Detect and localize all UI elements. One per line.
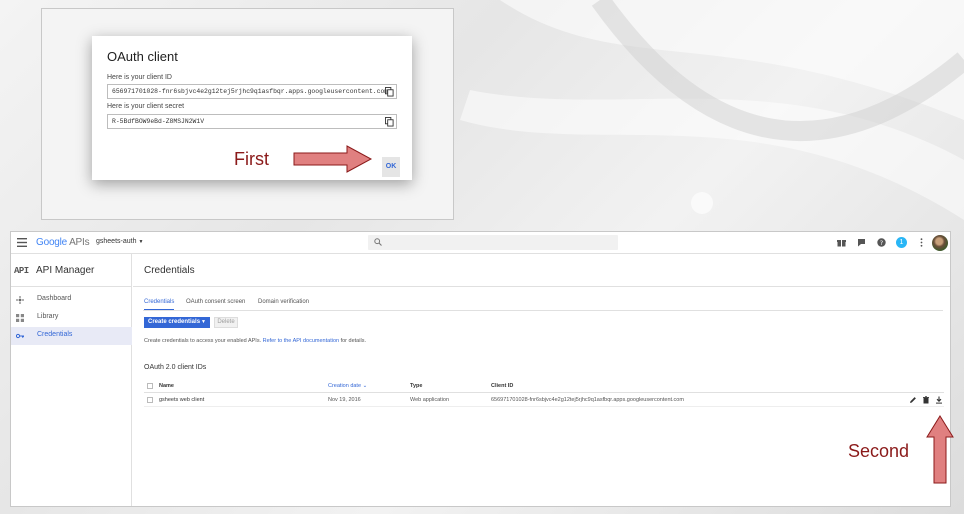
annotation-second-label: Second	[848, 441, 910, 461]
sidebar-title: API Manager	[36, 265, 95, 276]
menu-icon[interactable]	[17, 238, 27, 247]
info-text-main: Create credentials to access your enable…	[144, 338, 262, 344]
sidebar-item-label: Credentials	[37, 331, 73, 338]
client-name-link[interactable]: gsheets web client	[159, 397, 204, 403]
delete-button[interactable]: Delete	[214, 317, 238, 328]
google-apis-logo[interactable]: Google APIs	[36, 237, 90, 248]
column-header-label: Creation date	[328, 383, 362, 389]
arrow-up-icon	[926, 415, 954, 484]
main-content: Credentials Credentials OAuth consent sc…	[133, 254, 950, 506]
search-input[interactable]	[368, 235, 618, 250]
more-vert-icon[interactable]	[917, 238, 926, 247]
client-secret-field[interactable]: R-5BdfBOW9eBd-Z8MSJN2W1V	[107, 114, 397, 129]
info-text: Create credentials to access your enable…	[144, 338, 366, 344]
delete-icon[interactable]	[922, 396, 930, 404]
notifications-badge[interactable]: 1	[896, 237, 907, 248]
copy-icon[interactable]	[385, 87, 394, 97]
key-icon	[16, 333, 24, 339]
tab-domain-verification[interactable]: Domain verification	[258, 299, 309, 309]
sidebar-item-label: Dashboard	[37, 295, 72, 302]
project-name: gsheets-auth	[96, 238, 137, 245]
client-id-field[interactable]: 656971701028-fnr6sbjvc4e2g12tej5rjhc9q1a…	[107, 84, 397, 99]
column-header-client-id[interactable]: Client ID	[491, 383, 513, 389]
gift-icon[interactable]	[837, 238, 846, 247]
library-icon	[16, 314, 24, 322]
dashboard-icon	[16, 296, 24, 304]
ok-button[interactable]: OK	[382, 157, 400, 177]
arrow-right-icon	[293, 145, 373, 173]
dialog-title: OAuth client	[107, 49, 178, 64]
tabs-divider	[143, 310, 943, 311]
annotation-first-label: First	[234, 149, 269, 169]
sidebar: API API Manager Dashboard Library Creden…	[11, 254, 132, 506]
copy-icon[interactable]	[385, 117, 394, 127]
caret-down-icon: ▼	[138, 239, 144, 245]
column-header-name[interactable]: Name	[159, 383, 174, 389]
sort-desc-icon: ⌄	[362, 383, 368, 389]
section-title: OAuth 2.0 client IDs	[144, 364, 207, 371]
svg-text:?: ?	[880, 239, 883, 247]
google-wordmark: Google	[36, 237, 68, 248]
info-text-suffix: for details.	[340, 338, 366, 344]
creation-date-cell: Nov 19, 2016	[328, 397, 361, 403]
client-id-label: Here is your client ID	[107, 74, 172, 81]
column-header-creation-date[interactable]: Creation date ⌄	[328, 383, 367, 389]
sidebar-item-label: Library	[37, 313, 59, 320]
client-secret-value: R-5BdfBOW9eBd-Z8MSJN2W1V	[112, 118, 205, 125]
column-header-type[interactable]: Type	[410, 383, 422, 389]
apis-wordmark: APIs	[69, 237, 90, 248]
select-all-checkbox[interactable]	[147, 383, 153, 389]
sidebar-item-dashboard[interactable]: Dashboard	[11, 291, 132, 309]
avatar[interactable]	[932, 235, 948, 251]
api-console-screenshot: Google APIs gsheets-auth ▼ ? 1 API API M…	[10, 231, 951, 507]
api-logo: API	[14, 266, 29, 276]
client-id-value: 656971701028-fnr6sbjvc4e2g12tej5rjhc9q1a…	[112, 88, 389, 95]
page-title: Credentials	[144, 265, 195, 276]
oauth-screenshot-panel: OAuth client Here is your client ID 6569…	[41, 8, 454, 220]
help-icon[interactable]: ?	[877, 238, 886, 247]
table-row[interactable]: gsheets web client Nov 19, 2016 Web appl…	[144, 393, 944, 407]
feedback-icon[interactable]	[857, 238, 866, 247]
search-icon	[374, 238, 382, 246]
top-bar: Google APIs gsheets-auth ▼ ? 1	[11, 232, 950, 254]
sidebar-item-credentials[interactable]: Credentials	[11, 327, 132, 345]
download-icon[interactable]	[935, 396, 943, 404]
caret-down-icon: ▼	[201, 319, 206, 325]
tab-oauth-consent-screen[interactable]: OAuth consent screen	[186, 299, 245, 309]
row-checkbox[interactable]	[147, 397, 153, 403]
edit-icon[interactable]	[909, 396, 917, 404]
type-cell: Web application	[410, 397, 450, 403]
table-header-row: Name Creation date ⌄ Type Client ID	[144, 379, 944, 393]
project-selector[interactable]: gsheets-auth ▼	[96, 238, 143, 245]
create-credentials-button[interactable]: Create credentials ▼	[144, 317, 210, 328]
client-secret-label: Here is your client secret	[107, 103, 185, 110]
create-credentials-label: Create credentials	[148, 319, 201, 325]
page-header: Credentials	[133, 254, 950, 287]
sidebar-item-library[interactable]: Library	[11, 309, 132, 327]
sidebar-header: API API Manager	[11, 254, 132, 287]
api-documentation-link[interactable]: Refer to the API documentation	[263, 338, 339, 344]
client-id-cell: 656971701028-fnr6sbjvc4e2g12tej5rjhc9q1a…	[491, 397, 684, 403]
